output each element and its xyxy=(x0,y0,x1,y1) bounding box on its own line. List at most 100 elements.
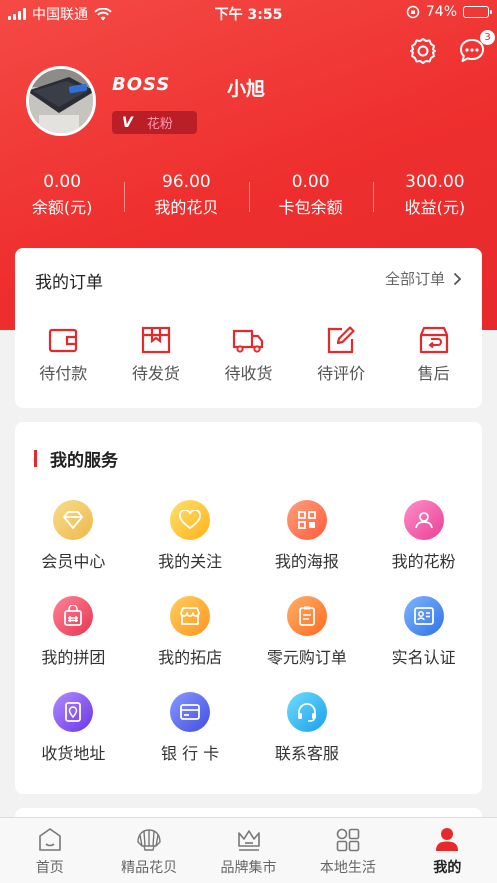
service-bank-card[interactable]: 银 行 卡 xyxy=(132,692,249,766)
home-icon xyxy=(38,828,61,851)
stat-value: 0.00 xyxy=(291,172,330,192)
brand-logo-text: BOSS xyxy=(112,74,171,95)
tab-label: 我的 xyxy=(433,860,462,876)
tab-label: 本地生活 xyxy=(319,860,376,876)
services-title: 我的服务 xyxy=(50,451,118,471)
order-item-label: 待付款 xyxy=(39,364,88,383)
order-after-sales[interactable]: 售后 xyxy=(394,326,474,384)
orders-card: 我的订单 全部订单 待付款 待发货 待收货 待评价 售后 xyxy=(15,248,482,408)
edit-icon xyxy=(327,326,355,354)
stat-label: 卡包余额 xyxy=(278,198,343,217)
order-pending-receipt[interactable]: 待收货 xyxy=(208,326,288,384)
tab-label: 精品花贝 xyxy=(121,860,178,876)
stat-earnings[interactable]: 300.00 收益(元) xyxy=(372,170,497,225)
all-orders-link[interactable]: 全部订单 xyxy=(385,268,462,289)
service-identity-verification[interactable]: 实名认证 xyxy=(365,596,482,670)
service-label: 会员中心 xyxy=(41,552,106,571)
settings-button[interactable] xyxy=(408,36,438,66)
section-accent-bar xyxy=(34,450,37,467)
battery-icon xyxy=(463,6,492,18)
store-icon xyxy=(170,596,211,636)
bottom-tab-bar: 首页 精品花贝 品牌集市 本地生活 我的 xyxy=(0,817,497,883)
stat-card-balance[interactable]: 0.00 卡包余额 xyxy=(248,170,373,225)
order-pending-payment[interactable]: 待付款 xyxy=(23,326,103,384)
service-label: 我的关注 xyxy=(158,552,223,571)
brand-logo: BOSS xyxy=(112,74,170,95)
shell-icon xyxy=(137,829,161,851)
service-zero-purchase-orders[interactable]: 零元购订单 xyxy=(249,596,366,670)
service-label: 联系客服 xyxy=(274,744,339,763)
order-item-label: 售后 xyxy=(417,364,450,383)
headset-icon xyxy=(286,692,327,732)
username: 小旭 xyxy=(227,78,266,100)
service-label: 我的海报 xyxy=(274,552,339,571)
service-label: 收货地址 xyxy=(41,744,106,763)
grid-icon xyxy=(336,828,360,852)
tab-label: 首页 xyxy=(35,860,64,876)
stat-label: 我的花贝 xyxy=(154,198,219,217)
service-my-fans[interactable]: 我的花粉 xyxy=(365,500,482,574)
messages-button[interactable]: 3 xyxy=(457,30,495,66)
user-icon xyxy=(436,828,459,851)
service-shipping-address[interactable]: 收货地址 xyxy=(15,692,132,766)
chevron-right-icon xyxy=(453,272,462,285)
service-my-poster[interactable]: 我的海报 xyxy=(249,500,366,574)
tab-mine[interactable]: 我的 xyxy=(398,818,497,883)
service-store-expansion[interactable]: 我的拓店 xyxy=(132,596,249,670)
level-badge-label: 花粉 xyxy=(146,117,173,132)
status-bar: 中国联通 下午 3:55 74% xyxy=(0,0,497,26)
service-customer-support[interactable]: 联系客服 xyxy=(249,692,366,766)
order-pending-review[interactable]: 待评价 xyxy=(301,326,381,384)
service-label: 零元购订单 xyxy=(266,648,347,667)
service-label: 我的拼团 xyxy=(41,648,106,667)
orientation-lock-icon xyxy=(406,5,420,19)
order-item-label: 待评价 xyxy=(317,364,366,383)
order-item-label: 待收货 xyxy=(224,364,273,383)
stat-huabei[interactable]: 96.00 我的花贝 xyxy=(124,170,248,225)
order-pending-shipment[interactable]: 待发货 xyxy=(116,326,196,384)
qrcode-icon xyxy=(286,500,327,540)
all-orders-label: 全部订单 xyxy=(384,270,445,288)
services-grid: 会员中心 我的关注 我的海报 我的花粉 我的拼团 我的拓店 零元购订单 实名认证… xyxy=(15,500,482,766)
service-label: 银 行 卡 xyxy=(161,744,220,763)
member-level-badge[interactable]: V 花粉 xyxy=(112,111,197,134)
stat-value: 0.00 xyxy=(43,172,82,192)
service-label: 实名认证 xyxy=(391,648,456,667)
address-icon xyxy=(53,692,94,732)
return-icon xyxy=(419,326,448,354)
tab-local-life[interactable]: 本地生活 xyxy=(298,818,397,883)
stat-value: 96.00 xyxy=(162,172,211,192)
diamond-icon xyxy=(53,500,94,540)
battery-percent: 74% xyxy=(425,4,457,20)
bank-card-icon xyxy=(170,692,211,732)
truck-icon xyxy=(233,329,264,353)
order-item-label: 待发货 xyxy=(131,364,180,383)
stat-label: 收益(元) xyxy=(404,198,466,217)
service-member-center[interactable]: 会员中心 xyxy=(15,500,132,574)
level-mark: V xyxy=(122,114,133,131)
gear-icon xyxy=(410,38,436,64)
avatar-photo xyxy=(29,69,93,133)
service-my-follows[interactable]: 我的关注 xyxy=(132,500,249,574)
account-stats: 0.00 余额(元) 96.00 我的花贝 0.00 卡包余额 300.00 收… xyxy=(0,170,497,225)
id-card-icon xyxy=(403,596,444,636)
fans-icon xyxy=(403,500,444,540)
stat-balance[interactable]: 0.00 余额(元) xyxy=(0,170,124,225)
tab-featured-huabei[interactable]: 精品花贝 xyxy=(99,818,198,883)
clipboard-icon xyxy=(286,596,327,636)
stat-label: 余额(元) xyxy=(31,198,93,217)
tab-home[interactable]: 首页 xyxy=(0,818,99,883)
services-card: 我的服务 会员中心 我的关注 我的海报 我的花粉 我的拼团 我的拓店 零元购订单 xyxy=(15,422,482,794)
stat-value: 300.00 xyxy=(405,172,465,192)
heart-icon xyxy=(170,500,211,540)
message-count-badge: 3 xyxy=(480,30,495,45)
crown-icon xyxy=(237,830,260,851)
service-label: 我的拓店 xyxy=(158,648,223,667)
wallet-icon xyxy=(49,328,78,353)
avatar[interactable] xyxy=(26,66,96,136)
service-group-buy[interactable]: 我的拼团 xyxy=(15,596,132,670)
tab-brand-market[interactable]: 品牌集市 xyxy=(199,818,298,883)
orders-title: 我的订单 xyxy=(35,273,103,293)
group-bag-icon xyxy=(53,596,94,636)
tab-label: 品牌集市 xyxy=(220,860,277,876)
